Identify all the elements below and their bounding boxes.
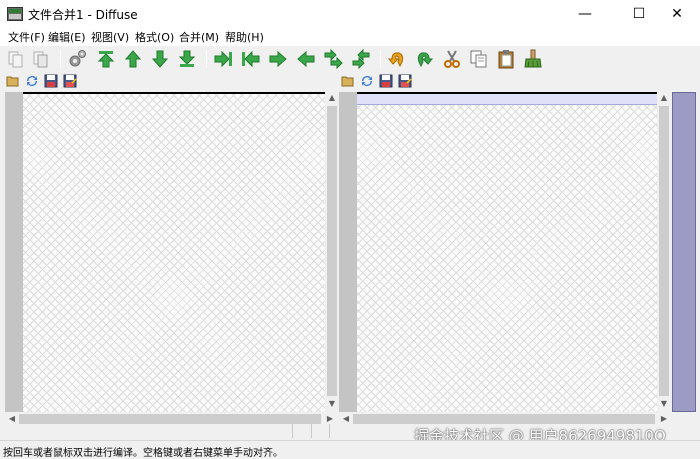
merge-from-left-icon[interactable] [213, 49, 233, 69]
menu-file[interactable]: 文件(F) [8, 29, 45, 45]
save-icon[interactable] [379, 74, 393, 88]
status-bar: 按回车或者鼠标双击进行编译。空格键或者右键菜单手动对齐。 [0, 440, 700, 459]
right-line-gutter [339, 92, 357, 412]
right-vertical-scrollbar[interactable]: ▲ ▼ [657, 92, 671, 412]
shift-right-icon[interactable] [268, 49, 288, 69]
current-line-highlight [357, 94, 657, 105]
first-difference-icon[interactable] [96, 49, 116, 69]
status-divider [292, 424, 293, 438]
swap-up-icon[interactable] [351, 49, 371, 69]
app-icon [7, 7, 23, 21]
left-pane-toolbar [6, 74, 96, 90]
right-horizontal-scroll-thumb[interactable] [353, 414, 655, 424]
menu-help[interactable]: 帮助(H) [225, 29, 264, 45]
left-vertical-scroll-thumb[interactable] [327, 106, 337, 396]
scroll-down-icon[interactable]: ▼ [325, 398, 339, 410]
menu-bar: 文件(F) 编辑(E) 视图(V) 格式(O) 合并(M) 帮助(H) [0, 28, 700, 46]
right-horizontal-scrollbar[interactable]: ◀ ▶ [339, 412, 671, 426]
menu-edit[interactable]: 编辑(E) [48, 29, 86, 45]
clear-edits-icon[interactable] [523, 49, 543, 69]
menu-view[interactable]: 视图(V) [91, 29, 129, 45]
scroll-left-icon[interactable]: ◀ [339, 413, 353, 425]
paste-icon[interactable] [31, 49, 51, 69]
save-as-icon[interactable] [63, 74, 77, 88]
close-button[interactable]: ✕ [654, 0, 700, 28]
scroll-left-icon[interactable]: ◀ [5, 413, 19, 425]
reload-icon[interactable] [360, 74, 374, 88]
save-as-icon[interactable] [398, 74, 412, 88]
swap-down-icon[interactable] [323, 49, 343, 69]
left-text-area[interactable] [23, 92, 325, 412]
right-vertical-scroll-thumb[interactable] [659, 106, 669, 396]
right-file-pane[interactable]: ▲ ▼ [339, 92, 671, 412]
toolbar-separator [60, 50, 61, 68]
status-divider [329, 424, 330, 438]
scroll-right-icon[interactable]: ▶ [657, 413, 671, 425]
toolbar-separator [380, 50, 381, 68]
main-toolbar [0, 46, 700, 72]
cut-icon[interactable] [442, 49, 462, 69]
left-file-pane[interactable]: ▲ ▼ [5, 92, 339, 412]
undo-icon[interactable] [387, 49, 407, 69]
left-horizontal-scrollbar[interactable]: ◀ ▶ [5, 412, 338, 426]
open-file-icon[interactable] [6, 74, 20, 88]
left-line-gutter [5, 92, 23, 412]
right-text-area[interactable] [357, 92, 657, 412]
copy-selection-icon[interactable] [469, 49, 489, 69]
left-horizontal-scroll-thumb[interactable] [19, 414, 321, 424]
left-vertical-scrollbar[interactable]: ▲ ▼ [325, 92, 339, 412]
minimize-button[interactable]: — [562, 0, 608, 28]
right-pane-toolbar [341, 74, 431, 90]
window-title: 文件合并1 - Diffuse [28, 8, 138, 22]
menu-format[interactable]: 格式(O) [135, 29, 174, 45]
difference-overview-map[interactable] [672, 92, 696, 412]
next-difference-icon[interactable] [150, 49, 170, 69]
save-icon[interactable] [44, 74, 58, 88]
settings-icon[interactable] [67, 49, 87, 69]
reload-icon[interactable] [25, 74, 39, 88]
open-file-icon[interactable] [341, 74, 355, 88]
scroll-right-icon[interactable]: ▶ [323, 413, 337, 425]
toolbar-separator [206, 50, 207, 68]
status-divider [311, 424, 312, 438]
last-difference-icon[interactable] [177, 49, 197, 69]
shift-left-icon[interactable] [296, 49, 316, 69]
merge-from-right-icon[interactable] [241, 49, 261, 69]
copy-icon[interactable] [6, 49, 26, 69]
scroll-up-icon[interactable]: ▲ [657, 92, 671, 104]
scroll-up-icon[interactable]: ▲ [325, 92, 339, 104]
scroll-down-icon[interactable]: ▼ [657, 398, 671, 410]
redo-icon[interactable] [414, 49, 434, 69]
previous-difference-icon[interactable] [123, 49, 143, 69]
clipboard-icon[interactable] [496, 49, 516, 69]
menu-merge[interactable]: 合并(M) [179, 29, 219, 45]
status-message: 按回车或者鼠标双击进行编译。空格键或者右键菜单手动对齐。 [3, 448, 283, 459]
title-bar: 文件合并1 - Diffuse — ☐ ✕ [0, 0, 700, 28]
